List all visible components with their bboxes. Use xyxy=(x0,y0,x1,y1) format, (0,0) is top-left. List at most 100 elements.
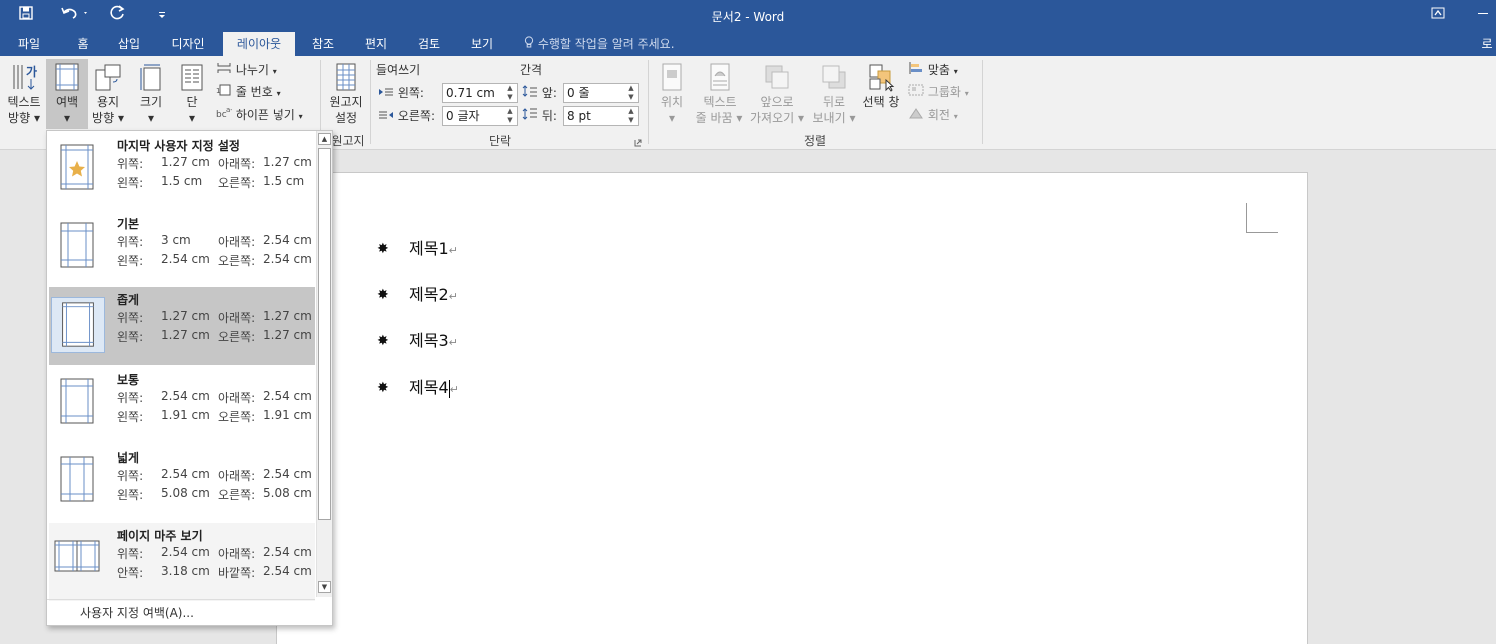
margin-option-mirrored[interactable]: 페이지 마주 보기 위쪽: 2.54 cm 아래쪽: 2.54 cm 안쪽: 3.18 … xyxy=(49,523,315,601)
margin-value: 5.08 cm xyxy=(161,486,210,500)
separator xyxy=(982,60,983,144)
margin-value: 2.54 cm xyxy=(263,233,312,247)
spin-arrows-icon[interactable]: ▲ ▼ xyxy=(505,84,515,102)
manuscript-settings-button[interactable]: 원고지 설정 xyxy=(326,62,366,126)
indent-left-label: 왼쪽: xyxy=(397,86,424,100)
margin-value: 1.27 cm xyxy=(161,328,210,342)
margin-label: 오른쪽: xyxy=(218,330,256,344)
ribbon-display-icon[interactable] xyxy=(1423,4,1453,26)
margin-option-narrow[interactable]: 좁게 위쪽: 1.27 cm 아래쪽: 1.27 cm 왼쪽: 1.27 cm 오른쪽: 1… xyxy=(49,287,315,365)
margin-label: 아래쪽: xyxy=(218,157,256,171)
margin-value: 2.54 cm xyxy=(263,564,312,578)
position-icon xyxy=(662,63,682,91)
spacing-after-row: 뒤: xyxy=(522,106,557,126)
manuscript-label-1: 원고지 xyxy=(329,95,363,109)
margin-option-name: 기본 xyxy=(117,217,140,231)
margin-option-normal[interactable]: 기본 위쪽: 3 cm 아래쪽: 2.54 cm 왼쪽: 2.54 cm 오른쪽: 2.54… xyxy=(49,211,315,289)
margins-button[interactable]: 여백 ▾ xyxy=(46,59,88,129)
align-label: 맞춤 xyxy=(927,63,950,77)
manuscript-icon xyxy=(336,63,356,91)
mirrored-margin-icon xyxy=(54,540,100,572)
separator xyxy=(648,60,649,144)
scroll-up-icon[interactable]: ▲ xyxy=(318,133,331,145)
text-direction-label-1: 텍스트 xyxy=(7,95,41,109)
bring-forward-button[interactable]: 앞으로 가져오기 ▾ xyxy=(748,62,806,126)
paragraph-launcher-icon[interactable] xyxy=(634,136,642,150)
indent-right-input[interactable]: 0 글자 ▲ ▼ xyxy=(442,106,518,126)
margin-value: 2.54 cm xyxy=(263,252,312,266)
user-name-partial[interactable]: 로 xyxy=(1478,32,1496,56)
wrap-text-label-1: 텍스트 xyxy=(703,95,737,109)
scroll-thumb[interactable] xyxy=(318,148,331,520)
tab-layout[interactable]: 레이아웃 xyxy=(223,32,295,56)
tab-insert[interactable]: 삽입 xyxy=(108,32,150,56)
margin-option-moderate[interactable]: 보통 위쪽: 2.54 cm 아래쪽: 2.54 cm 왼쪽: 1.91 cm 오른쪽: 1… xyxy=(49,367,315,445)
spacing-after-input[interactable]: 8 pt ▲ ▼ xyxy=(563,106,639,126)
breaks-label: 나누기 xyxy=(235,63,269,77)
selection-pane-icon xyxy=(869,64,895,92)
tab-review[interactable]: 검토 xyxy=(408,32,450,56)
size-button[interactable]: 크기 ▾ xyxy=(134,62,168,126)
margin-value: 1.5 cm xyxy=(263,174,305,188)
rotate-label: 회전 xyxy=(927,108,950,122)
position-button[interactable]: 위치 ▾ xyxy=(654,62,690,126)
orientation-icon xyxy=(95,64,121,91)
columns-label: 단 xyxy=(186,95,198,109)
wrap-text-icon xyxy=(710,63,730,91)
selection-pane-button[interactable]: 선택 창 xyxy=(860,62,902,110)
tab-view[interactable]: 보기 xyxy=(461,32,503,56)
rotate-button[interactable]: 회전 ▾ xyxy=(908,105,958,125)
tab-file[interactable]: 파일 xyxy=(6,32,52,56)
indent-left-icon xyxy=(378,86,394,100)
margin-value: 1.5 cm xyxy=(161,174,203,188)
hyphenation-button[interactable]: bca- 하이픈 넣기 ▾ xyxy=(216,105,303,125)
normal-margin-icon xyxy=(60,222,94,268)
margin-option-wide[interactable]: 넓게 위쪽: 2.54 cm 아래쪽: 2.54 cm 왼쪽: 5.08 cm 오른쪽: 5… xyxy=(49,445,315,523)
tab-references[interactable]: 참조 xyxy=(302,32,344,56)
minimize-icon[interactable] xyxy=(1468,4,1496,26)
group-button[interactable]: 그룹화 ▾ xyxy=(908,82,969,102)
tab-mailings[interactable]: 편지 xyxy=(355,32,397,56)
hyphenation-label: 하이픈 넣기 xyxy=(235,108,295,122)
margin-label: 아래쪽: xyxy=(218,311,256,325)
align-button[interactable]: 맞춤 ▾ xyxy=(908,60,958,80)
svg-text:1: 1 xyxy=(216,87,220,95)
custom-margins-button[interactable]: 사용자 지정 여백(A)... xyxy=(47,599,315,625)
tab-home[interactable]: 홈 xyxy=(64,32,102,56)
spacing-before-icon xyxy=(522,85,538,100)
bullet-icon: ✸ xyxy=(377,333,389,349)
text-direction-button[interactable]: 가 텍스트 방향 ▾ xyxy=(4,62,44,126)
scroll-down-icon[interactable]: ▼ xyxy=(318,581,331,593)
margin-value: 1.27 cm xyxy=(263,328,312,342)
dropdown-scrollbar[interactable]: ▲ ▼ xyxy=(316,131,332,597)
line-numbers-icon: 1 xyxy=(216,84,232,99)
text-direction-icon: 가 xyxy=(13,64,37,90)
paragraph-text: 제목2 xyxy=(409,285,449,304)
spin-arrows-icon[interactable]: ▲ ▼ xyxy=(505,107,515,125)
align-icon xyxy=(908,62,924,77)
selection-pane-label: 선택 창 xyxy=(862,95,900,109)
columns-button[interactable]: 단 ▾ xyxy=(176,62,208,126)
margin-value: 3.18 cm xyxy=(161,564,210,578)
orientation-button[interactable]: 용지 방향 ▾ xyxy=(90,62,126,126)
tab-design[interactable]: 디자인 xyxy=(160,32,216,56)
indent-left-input[interactable]: 0.71 cm ▲ ▼ xyxy=(442,83,518,103)
margin-label: 왼쪽: xyxy=(117,410,144,424)
spin-arrows-icon[interactable]: ▲ ▼ xyxy=(626,84,636,102)
document-page[interactable]: ✸ 제목1↵ ✸ 제목2↵ ✸ 제목3↵ ✸ 제목4↵ xyxy=(276,172,1308,644)
margin-corner-mark xyxy=(1246,203,1278,233)
spacing-before-input[interactable]: 0 줄 ▲ ▼ xyxy=(563,83,639,103)
position-label: 위치 xyxy=(660,95,684,109)
margin-option-last-custom[interactable]: 마지막 사용자 지정 설정 위쪽: 1.27 cm 아래쪽: 1.27 cm 왼쪽: 1… xyxy=(49,133,315,211)
spin-arrows-icon[interactable]: ▲ ▼ xyxy=(626,107,636,125)
margin-value: 2.54 cm xyxy=(263,389,312,403)
send-backward-button[interactable]: 뒤로 보내기 ▾ xyxy=(810,62,858,126)
line-numbers-button[interactable]: 1 줄 번호 ▾ xyxy=(216,82,281,102)
wrap-text-button[interactable]: 텍스트 줄 바꿈 ▾ xyxy=(694,62,746,126)
send-backward-label-1: 뒤로 xyxy=(822,95,846,109)
margin-value: 2.54 cm xyxy=(161,467,210,481)
ribbon-tabs: 파일 홈 삽입 디자인 레이아웃 참조 편지 검토 보기 수행할 작업을 알려 … xyxy=(0,32,1496,56)
breaks-button[interactable]: 나누기 ▾ xyxy=(216,60,277,80)
tell-me-box[interactable]: 수행할 작업을 알려 주세요. xyxy=(524,32,675,56)
size-label: 크기 xyxy=(139,95,163,109)
